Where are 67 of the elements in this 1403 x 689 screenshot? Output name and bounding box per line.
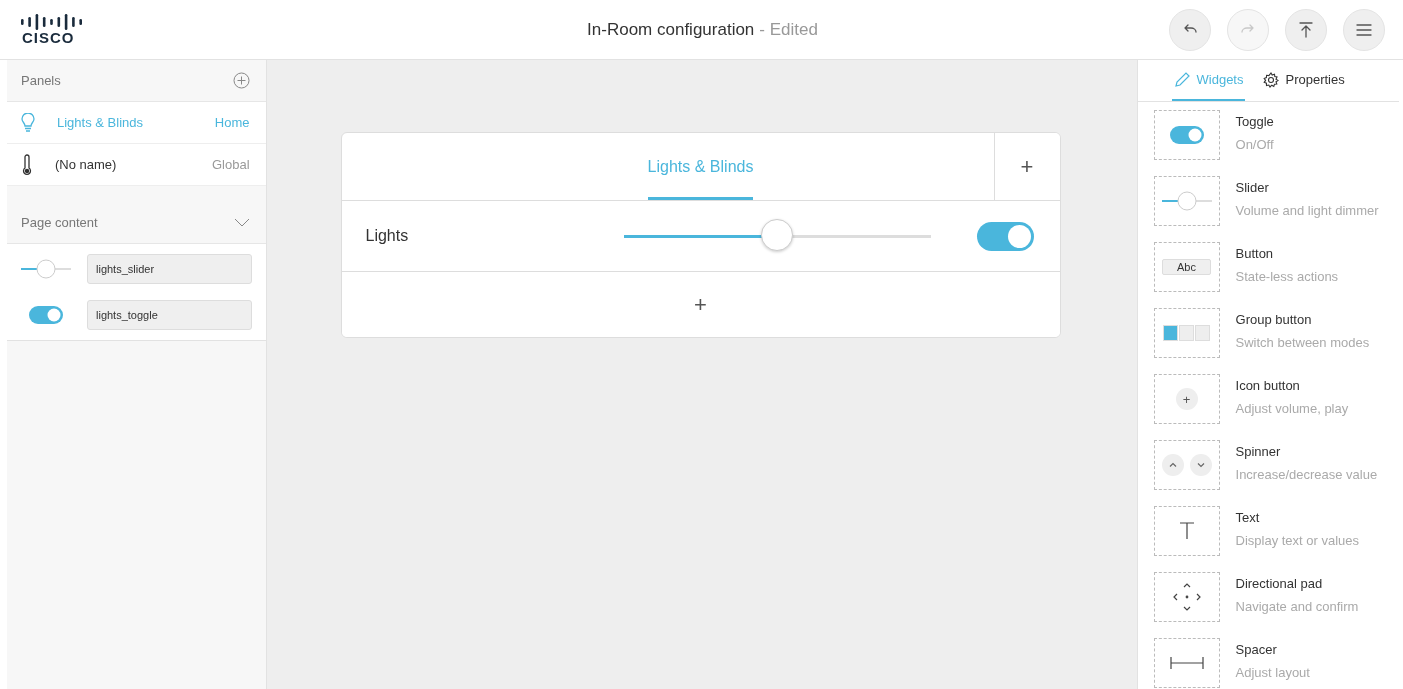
menu-button[interactable]: [1343, 8, 1385, 51]
logo-bars-icon: [20, 13, 84, 30]
widget-item[interactable]: Slider Volume and light dimmer: [1153, 176, 1399, 226]
widget-name: Icon button: [1235, 378, 1301, 393]
panel-name: (No name): [55, 157, 118, 172]
thermometer-icon: [21, 153, 33, 176]
widget-item[interactable]: Abc Button State-less actions: [1153, 242, 1399, 292]
text-icon: [1178, 522, 1195, 540]
widget-name: Text: [1235, 510, 1261, 525]
widget-description: Volume and light dimmer: [1235, 203, 1379, 218]
widget-item[interactable]: Spacer Adjust layout: [1153, 638, 1399, 688]
widget-description: Navigate and confirm: [1235, 599, 1359, 614]
widget-name: Spacer: [1235, 642, 1278, 657]
panel-item[interactable]: (No name) Global: [7, 144, 266, 186]
sidebar-tab[interactable]: Properties: [1261, 60, 1347, 101]
row-label: Lights: [365, 227, 410, 245]
widget-description: Increase/decrease value: [1235, 467, 1378, 482]
widget-name: Slider: [1235, 180, 1270, 195]
slider-icon: [1161, 191, 1212, 211]
widget-name: Spinner: [1235, 444, 1282, 459]
widget-description: State-less actions: [1235, 269, 1339, 284]
widget-description: Switch between modes: [1235, 335, 1370, 350]
widget-description: Display text or values: [1235, 533, 1360, 548]
widget-item[interactable]: Spinner Increase/decrease value: [1153, 440, 1399, 490]
section-title: Page content: [21, 215, 98, 230]
widget-name: Directional pad: [1235, 576, 1324, 591]
window-title: In-Room configuration - Edited: [586, 19, 819, 40]
pencil-icon: [1173, 71, 1191, 88]
section-title: Panels: [21, 73, 61, 88]
widget-item[interactable]: Directional pad Navigate and confirm: [1153, 572, 1399, 622]
undo-button[interactable]: [1169, 8, 1211, 51]
panel-name: Lights & Blinds: [57, 115, 144, 130]
widget-id-field[interactable]: lights_toggle: [87, 300, 252, 330]
slider-icon: [21, 259, 71, 279]
down-chevron-icon: [1189, 454, 1212, 476]
gear-icon: [1263, 71, 1280, 88]
up-chevron-icon: [1161, 454, 1184, 476]
sample-button: Abc: [1162, 259, 1211, 275]
spacer-icon: [1169, 656, 1204, 670]
toggle-icon: [29, 306, 63, 324]
widget-name: Group button: [1235, 312, 1313, 327]
slider-thumb[interactable]: [761, 218, 793, 251]
toggle-switch[interactable]: [976, 221, 1034, 251]
menu-icon: [1356, 23, 1372, 36]
widget-description: Adjust volume, play: [1235, 401, 1349, 416]
upload-icon: [1299, 21, 1313, 38]
edit-status: - Edited: [759, 19, 818, 39]
light-bulb-icon: [21, 112, 35, 133]
panel-scope: Home: [214, 115, 250, 130]
widget-description: On/Off: [1235, 137, 1274, 152]
widget-id-field[interactable]: lights_slider: [87, 254, 252, 284]
widget-item[interactable]: Group button Switch between modes: [1153, 308, 1399, 358]
widget-name: Toggle: [1235, 114, 1274, 129]
add-page-button[interactable]: +: [993, 133, 1060, 200]
group-button-icon: [1163, 325, 1210, 341]
logo-text: CISCO: [22, 29, 75, 46]
widget-description: Adjust layout: [1235, 665, 1310, 680]
widget-item[interactable]: + Icon button Adjust volume, play: [1153, 374, 1399, 424]
sample-icon-button: +: [1175, 388, 1198, 410]
toggle-icon: [1169, 126, 1204, 144]
directional-pad-icon: [1172, 583, 1201, 611]
widget-name: Button: [1235, 246, 1275, 261]
add-icon[interactable]: [232, 72, 250, 89]
widget-item[interactable]: Toggle On/Off: [1153, 110, 1399, 160]
widget-item[interactable]: Text Display text or values: [1153, 506, 1399, 556]
upload-button[interactable]: [1285, 8, 1327, 51]
panel-scope: Global: [211, 157, 250, 172]
